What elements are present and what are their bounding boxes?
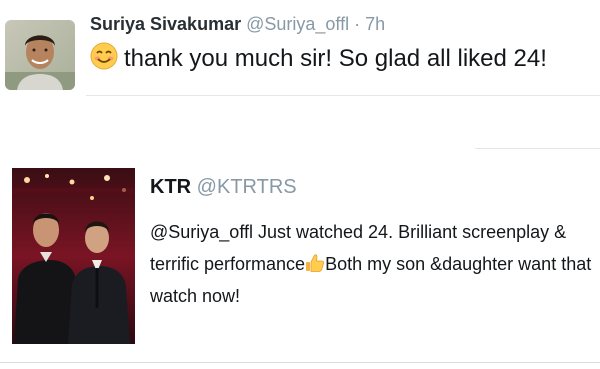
divider — [0, 362, 600, 363]
tweet-text: thank you much sir! So glad all liked 24… — [90, 42, 547, 73]
author-handle[interactable]: @Suriya_offl — [246, 14, 349, 34]
author-name[interactable]: Suriya Sivakumar — [90, 14, 241, 34]
tweet-header: Suriya Sivakumar @Suriya_offl · 7h — [90, 14, 385, 35]
tweet-photo[interactable] — [12, 168, 135, 344]
tweet-text: @Suriya_offl Just watched 24. Brilliant … — [150, 216, 595, 312]
avatar[interactable] — [5, 20, 75, 90]
tweet-suriya: Suriya Sivakumar @Suriya_offl · 7h thank… — [0, 0, 600, 96]
smiling-face-emoji-icon — [90, 42, 118, 70]
thumbs-up-emoji-icon — [306, 254, 325, 272]
author-handle[interactable]: @KTRTRS — [197, 176, 297, 198]
tweet-text-content: thank you much sir! So glad all liked 24… — [124, 45, 547, 72]
author-name[interactable]: KTR — [150, 176, 191, 198]
timestamp[interactable]: 7h — [365, 14, 385, 34]
divider — [86, 95, 600, 96]
separator: · — [354, 14, 361, 34]
tweet-header: KTR @KTRTRS — [150, 176, 297, 199]
divider — [475, 148, 600, 149]
tweet-ktr: KTR @KTRTRS @Suriya_offl Just watched 24… — [0, 150, 600, 369]
